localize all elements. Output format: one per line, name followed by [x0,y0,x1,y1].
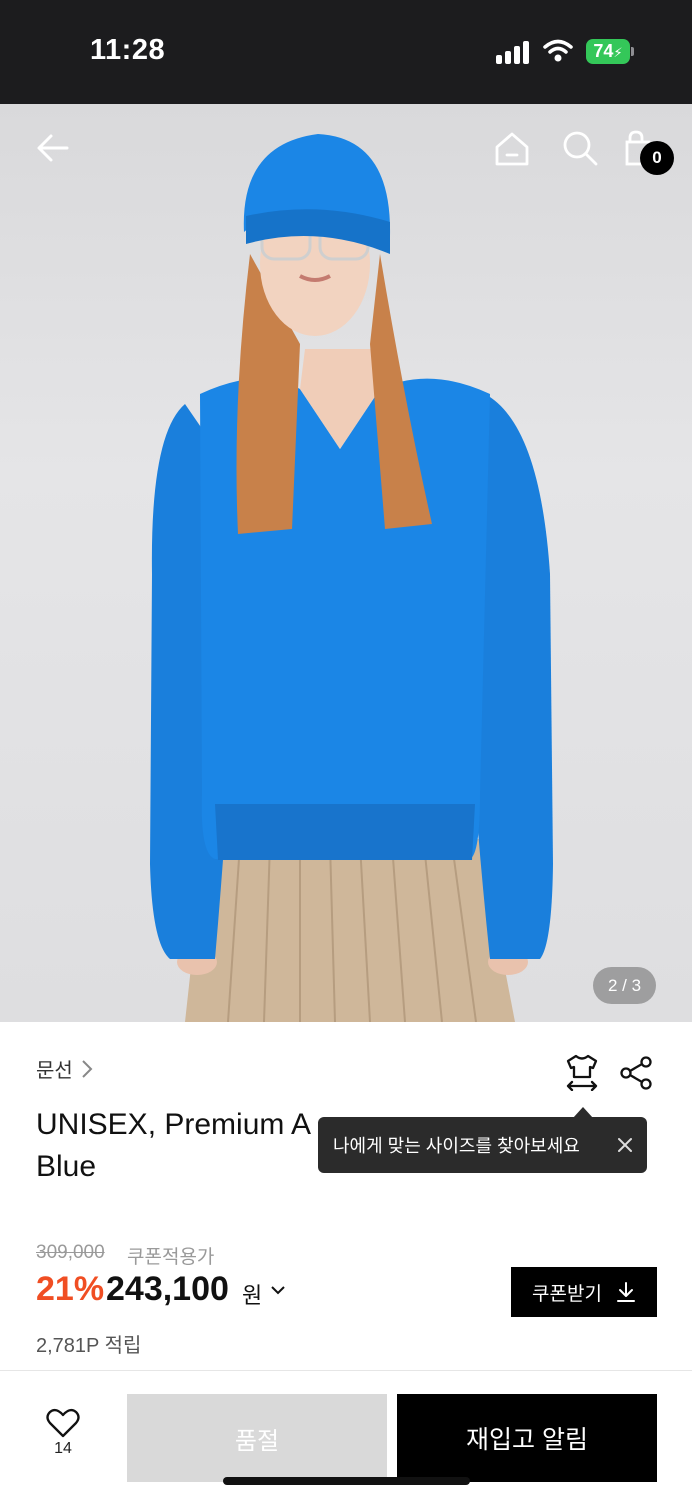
size-guide-tooltip: 나에게 맞는 사이즈를 찾아보세요 [318,1117,647,1173]
back-arrow-icon [37,134,69,162]
get-coupon-label: 쿠폰받기 [532,1283,602,1305]
share-button[interactable] [616,1053,656,1093]
reward-points: 2,781P 적립 [36,1335,142,1357]
download-icon [616,1282,635,1302]
tooltip-text: 나에게 맞는 사이즈를 찾아보세요 [333,1136,580,1156]
wifi-icon [543,39,573,62]
restock-alert-button[interactable]: 재입고 알림 [397,1394,657,1482]
bottom-bar-divider [0,1370,692,1371]
original-price: 309,000 [36,1242,105,1263]
close-icon[interactable] [615,1135,635,1155]
heart-icon [46,1408,80,1438]
status-bar: 11:28 74⚡ [0,0,692,104]
status-time: 11:28 [90,34,166,66]
currency-label: 원 [242,1283,263,1308]
battery-charging-icon: 74⚡ [586,39,634,64]
signal-icon [496,40,532,64]
share-icon [620,1056,652,1090]
get-coupon-button[interactable]: 쿠폰받기 [511,1267,657,1317]
wishlist-button[interactable]: 14 [36,1408,90,1474]
home-indicator [223,1477,470,1485]
home-icon [495,132,529,166]
wishlist-count: 14 [54,1440,72,1457]
back-button[interactable] [31,126,75,170]
discount-rate: 21% [36,1270,105,1308]
product-image-gallery[interactable]: 2 / 3 [0,104,692,1022]
battery-level: 74 [593,41,614,61]
product-photo [150,134,553,1022]
coupon-price-note: 쿠폰적용가 [127,1247,215,1268]
sale-price: 243,100 [106,1270,229,1308]
gallery-page-indicator: 2 / 3 [593,967,656,1004]
cart-count-badge: 0 [640,141,674,175]
home-button[interactable] [490,126,534,170]
brand-link[interactable]: 문선 [36,1054,93,1083]
search-button[interactable] [558,126,602,170]
sold-out-button[interactable]: 품절 [127,1394,387,1482]
brand-name: 문선 [36,1060,73,1082]
size-guide-button[interactable] [562,1052,602,1092]
chevron-right-icon [82,1059,93,1078]
size-shirt-icon [566,1054,598,1091]
search-icon [563,131,598,166]
chevron-down-icon[interactable] [270,1284,286,1296]
